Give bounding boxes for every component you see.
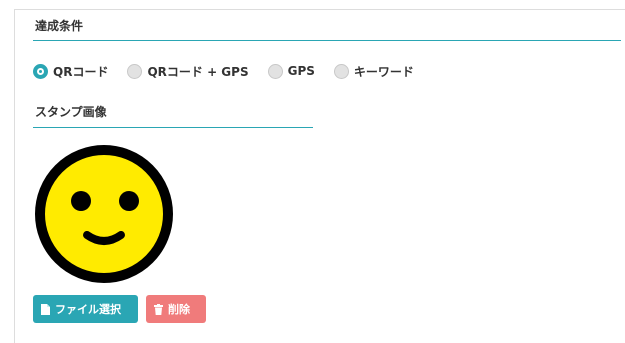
file-select-button[interactable]: ファイル選択 — [33, 295, 138, 323]
radio-option-qr-code[interactable]: QRコード — [33, 63, 108, 80]
radio-button[interactable] — [333, 63, 349, 79]
file-select-label: ファイル選択 — [55, 303, 121, 316]
trash-icon — [154, 303, 163, 315]
panel-left-border — [14, 9, 15, 343]
radio-option-qr-code-gps[interactable]: QRコード + GPS — [127, 63, 249, 80]
file-icon — [41, 303, 50, 315]
achievement-title-underline — [33, 40, 621, 41]
radio-label: GPS — [287, 64, 315, 78]
delete-button[interactable]: 削除 — [146, 295, 206, 323]
stamp-image-title: スタンプ画像 — [35, 105, 107, 119]
radio-label: QRコード — [53, 64, 109, 79]
radio-button-checked[interactable] — [33, 63, 48, 79]
achievement-condition-title: 達成条件 — [35, 19, 84, 33]
delete-label: 削除 — [168, 303, 190, 316]
radio-option-gps[interactable]: GPS — [267, 63, 315, 79]
stamp-title-underline — [33, 127, 313, 128]
achievement-condition-radio-group: QRコード QRコード + GPS GPS キーワード — [33, 61, 414, 81]
radio-button[interactable] — [267, 63, 283, 79]
stamp-image-preview — [33, 143, 175, 285]
radio-option-keyword[interactable]: キーワード — [333, 63, 414, 80]
radio-button[interactable] — [127, 63, 143, 79]
radio-label: QRコード + GPS — [147, 64, 249, 79]
smiley-face-icon — [35, 145, 173, 283]
radio-label: キーワード — [353, 64, 414, 79]
panel-top-border — [14, 9, 625, 10]
